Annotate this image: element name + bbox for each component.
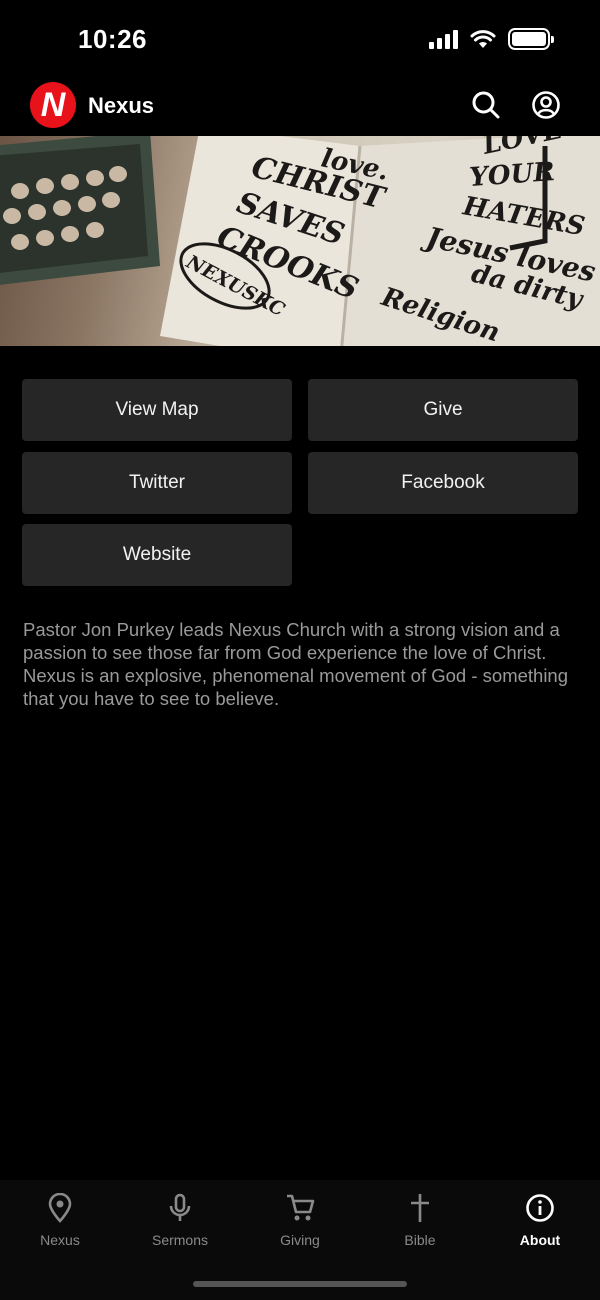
logo-letter: N xyxy=(40,86,66,124)
website-button[interactable]: Website xyxy=(22,524,292,586)
facebook-button[interactable]: Facebook xyxy=(308,452,578,514)
give-button[interactable]: Give xyxy=(308,379,578,441)
status-icons xyxy=(429,28,554,50)
cellular-signal-icon xyxy=(429,29,458,49)
tab-about[interactable]: About xyxy=(480,1192,600,1262)
status-bar: 10:26 xyxy=(0,0,600,80)
search-icon xyxy=(472,91,500,119)
status-time: 10:26 xyxy=(78,24,147,54)
tab-label: Nexus xyxy=(40,1232,80,1248)
tab-nexus[interactable]: Nexus xyxy=(0,1192,120,1262)
view-map-button[interactable]: View Map xyxy=(22,379,292,441)
battery-icon xyxy=(508,28,554,50)
tab-label: Giving xyxy=(280,1232,320,1248)
search-button[interactable] xyxy=(469,88,503,122)
microphone-icon xyxy=(164,1192,196,1224)
account-button[interactable] xyxy=(529,88,563,122)
twitter-button[interactable]: Twitter xyxy=(22,452,292,514)
app-header: N Nexus xyxy=(0,80,600,136)
tab-bible[interactable]: Bible xyxy=(360,1192,480,1262)
account-icon xyxy=(532,91,560,119)
cross-icon xyxy=(404,1192,436,1224)
church-description: Pastor Jon Purkey leads Nexus Church wit… xyxy=(23,619,569,709)
location-pin-icon xyxy=(44,1192,76,1224)
tab-label: About xyxy=(519,1232,561,1248)
info-icon xyxy=(524,1192,556,1224)
tab-label: Bible xyxy=(404,1232,436,1248)
nexus-logo: N xyxy=(30,82,76,128)
cart-icon xyxy=(284,1192,316,1224)
wifi-icon xyxy=(470,30,496,48)
tab-label: Sermons xyxy=(151,1232,209,1248)
tab-sermons[interactable]: Sermons xyxy=(120,1192,240,1262)
app-title: Nexus xyxy=(88,93,155,118)
home-indicator[interactable] xyxy=(193,1281,407,1287)
hero-banner-image: love. CHRIST SAVES CROOKS NEXUSKC LOVE Y… xyxy=(0,136,600,346)
typewriter-illustration xyxy=(0,136,160,285)
tab-giving[interactable]: Giving xyxy=(240,1192,360,1262)
